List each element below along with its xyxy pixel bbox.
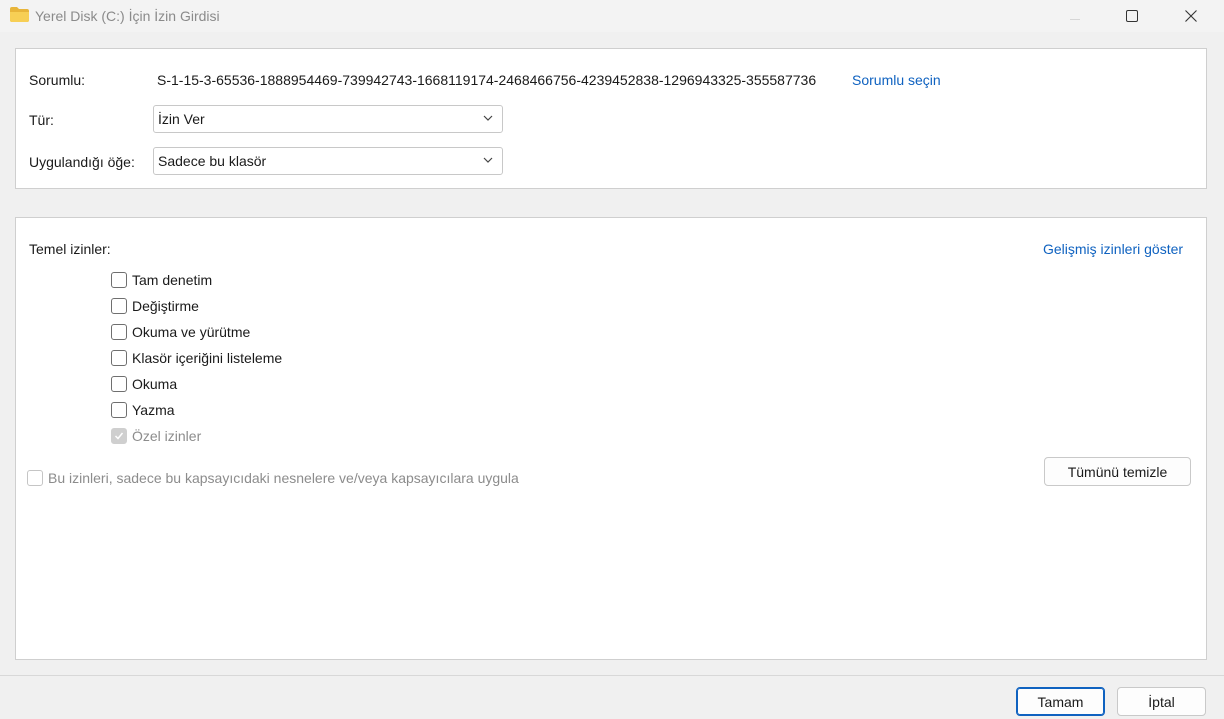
- close-icon: [1185, 10, 1197, 22]
- type-label: Tür:: [29, 112, 54, 128]
- principal-label: Sorumlu:: [29, 72, 86, 88]
- clear-all-button[interactable]: Tümünü temizle: [1044, 457, 1191, 486]
- apply-only-to-container: Bu izinleri, sadece bu kapsayıcıdaki nes…: [27, 468, 519, 488]
- close-button[interactable]: [1168, 0, 1214, 32]
- permission-label: Özel izinler: [132, 428, 202, 444]
- checkmark-icon: [114, 432, 124, 440]
- applies-to-label: Uygulandığı öğe:: [29, 154, 135, 170]
- title-bar: Yerel Disk (C:) İçin İzin Girdisi: [0, 0, 1224, 32]
- minimize-icon: [1070, 18, 1080, 20]
- applies-to-dropdown[interactable]: Sadece bu klasör: [153, 147, 503, 175]
- select-principal-link[interactable]: Sorumlu seçin: [852, 72, 941, 88]
- permissions-panel: Temel izinler: Gelişmiş izinleri göster …: [15, 217, 1207, 660]
- checkbox[interactable]: [111, 272, 127, 288]
- principal-value: S-1-15-3-65536-1888954469-739942743-1668…: [157, 72, 817, 88]
- checkbox: [111, 428, 127, 444]
- permission-label: Okuma ve yürütme: [132, 324, 251, 340]
- checkbox: [27, 470, 43, 486]
- chevron-down-icon: [483, 157, 493, 163]
- permission-label: Tam denetim: [132, 272, 213, 288]
- window-edge: [1216, 40, 1224, 719]
- permission-modify[interactable]: Değiştirme: [111, 296, 199, 316]
- principal-panel: Sorumlu: S-1-15-3-65536-1888954469-73994…: [15, 48, 1207, 189]
- maximize-icon: [1126, 10, 1138, 22]
- dialog-footer: Tamam İptal: [0, 675, 1224, 719]
- folder-icon: [10, 7, 29, 22]
- show-advanced-permissions-link[interactable]: Gelişmiş izinleri göster: [1043, 241, 1183, 257]
- chevron-down-icon: [483, 115, 493, 121]
- permission-label: Klasör içeriğini listeleme: [132, 350, 283, 366]
- permission-list-folder[interactable]: Klasör içeriğini listeleme: [111, 348, 282, 368]
- applies-to-selected-value: Sadece bu klasör: [158, 153, 267, 169]
- apply-only-label: Bu izinleri, sadece bu kapsayıcıdaki nes…: [48, 470, 519, 486]
- basic-permissions-heading: Temel izinler:: [29, 241, 111, 257]
- checkbox[interactable]: [111, 402, 127, 418]
- permission-special: Özel izinler: [111, 426, 201, 446]
- minimize-button[interactable]: [1052, 0, 1098, 32]
- ok-button[interactable]: Tamam: [1016, 687, 1105, 716]
- permission-full-control[interactable]: Tam denetim: [111, 270, 212, 290]
- maximize-button[interactable]: [1109, 0, 1155, 32]
- checkbox[interactable]: [111, 324, 127, 340]
- checkbox[interactable]: [111, 298, 127, 314]
- permission-read-execute[interactable]: Okuma ve yürütme: [111, 322, 250, 342]
- type-dropdown[interactable]: İzin Ver: [153, 105, 503, 133]
- permission-label: Okuma: [132, 376, 178, 392]
- permission-read[interactable]: Okuma: [111, 374, 177, 394]
- permission-write[interactable]: Yazma: [111, 400, 175, 420]
- permission-label: Değiştirme: [132, 298, 199, 314]
- permission-label: Yazma: [132, 402, 175, 418]
- window-title: Yerel Disk (C:) İçin İzin Girdisi: [35, 8, 220, 24]
- checkbox[interactable]: [111, 376, 127, 392]
- cancel-button[interactable]: İptal: [1117, 687, 1206, 716]
- type-selected-value: İzin Ver: [158, 111, 205, 127]
- checkbox[interactable]: [111, 350, 127, 366]
